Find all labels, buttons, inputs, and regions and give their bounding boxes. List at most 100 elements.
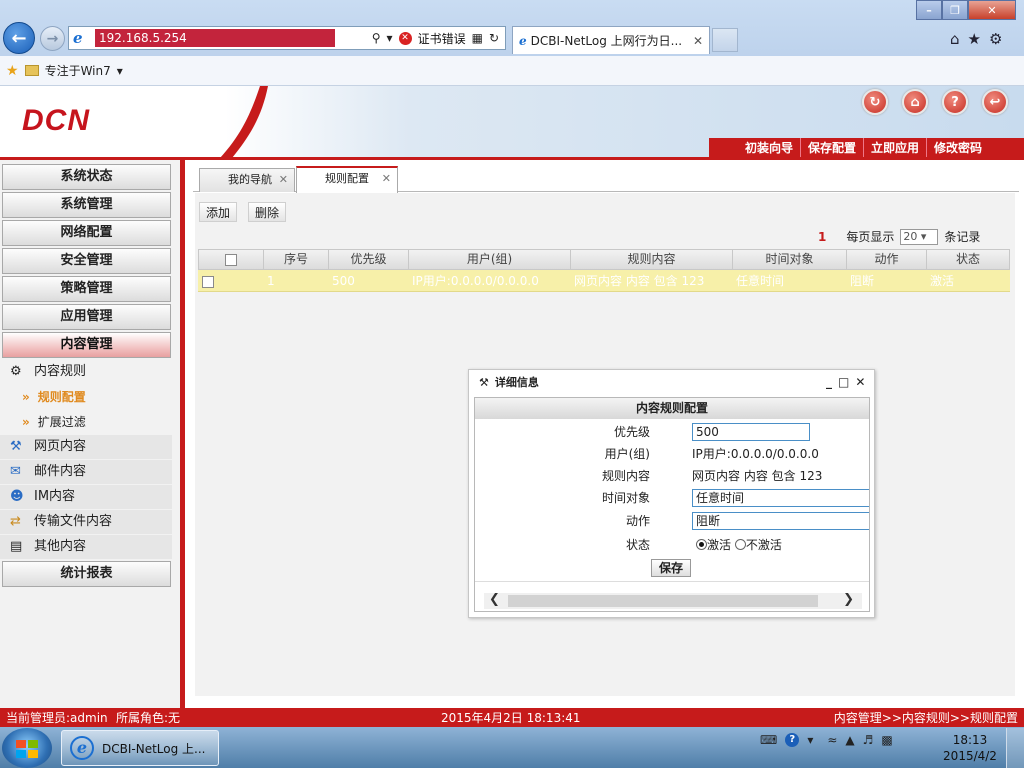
dcn-logo: DCN xyxy=(22,104,90,137)
dialog-close-button[interactable]: ✕ xyxy=(855,375,865,389)
tab-rule-config[interactable]: 规则配置 ✕ xyxy=(296,166,398,193)
browser-tab-close-icon[interactable]: ✕ xyxy=(693,34,703,48)
tab-my-navigation[interactable]: 我的导航 ✕ xyxy=(199,168,295,192)
menu-security-management[interactable]: 安全管理 xyxy=(2,248,171,274)
windows-logo-icon xyxy=(16,740,38,758)
network-icon[interactable]: ≈ xyxy=(827,733,837,747)
sidebar-item-mail-content[interactable]: ✉ 邮件内容 xyxy=(0,460,172,484)
close-icon[interactable]: ✕ xyxy=(382,168,391,190)
menu-content-management[interactable]: 内容管理 xyxy=(2,332,171,358)
tray-menu-icon[interactable]: ▾ xyxy=(807,733,813,747)
menu-network-config[interactable]: 网络配置 xyxy=(2,220,171,246)
show-hidden-icon[interactable]: ▲ xyxy=(845,733,854,747)
add-button[interactable]: 添加 xyxy=(199,202,238,222)
favorites-add-icon[interactable]: ★ xyxy=(6,63,19,79)
column-header[interactable]: 规则内容 xyxy=(571,250,733,269)
dialog-maximize-button[interactable]: □ xyxy=(838,375,849,389)
dialog-title: 详细信息 xyxy=(494,376,539,389)
show-desktop-button[interactable] xyxy=(1006,728,1024,768)
table-row[interactable]: 1 500 IP用户:0.0.0.0/0.0.0.0 网页内容 内容 包含 12… xyxy=(198,270,1010,292)
new-tab-button[interactable] xyxy=(712,28,738,52)
menu-app-management[interactable]: 应用管理 xyxy=(2,304,171,330)
arrow-right-icon: » xyxy=(22,390,30,404)
horizontal-scrollbar[interactable]: ❮ ❯ xyxy=(484,592,862,609)
status-label: 状态 xyxy=(625,538,650,552)
time-input[interactable]: 任意时间 xyxy=(692,489,869,507)
cert-error-label[interactable]: 证书错误 xyxy=(418,30,466,47)
sidebar-item-web-content[interactable]: ⚒ 网页内容 xyxy=(0,435,172,459)
taskbar-clock[interactable]: 18:13 2015/4/2 xyxy=(940,732,1000,764)
column-header[interactable]: 用户(组) xyxy=(409,250,571,269)
status-breadcrumb: 内容管理>>内容规则>>规则配置 xyxy=(833,711,1018,725)
scroll-right-icon[interactable]: ❯ xyxy=(843,592,854,607)
cert-error-icon[interactable]: ✕ xyxy=(398,31,412,45)
per-page-select[interactable]: 20 ▾ xyxy=(900,228,939,245)
settings-gear-icon[interactable]: ⚙ xyxy=(989,30,1002,48)
scroll-thumb[interactable] xyxy=(508,595,818,607)
search-icon[interactable]: ⚲ xyxy=(372,31,381,45)
column-header[interactable]: 状态 xyxy=(927,250,1009,269)
forward-button[interactable]: → xyxy=(40,26,65,51)
column-header[interactable]: 时间对象 xyxy=(733,250,847,269)
quick-link-save-config[interactable]: 保存配置 xyxy=(801,138,865,158)
column-header[interactable]: 优先级 xyxy=(329,250,409,269)
column-header[interactable]: 序号 xyxy=(264,250,329,269)
compat-view-icon[interactable]: ▦ xyxy=(472,31,483,45)
sidebar-item-content-rules[interactable]: ⚙ 内容规则 xyxy=(0,360,172,384)
signal-icon[interactable]: ▩ xyxy=(881,733,892,747)
sidebar-leaf-ext-filter[interactable]: » 扩展过滤 xyxy=(22,410,86,434)
taskbar-item-ie[interactable]: e DCBI-NetLog 上... xyxy=(61,730,219,766)
home-icon[interactable]: ⌂ xyxy=(902,89,928,115)
sidebar-item-other-content[interactable]: ▤ 其他内容 xyxy=(0,535,172,559)
dialog-minimize-button[interactable]: _ xyxy=(826,375,832,389)
sidebar-leaf-rule-config[interactable]: » 规则配置 xyxy=(22,385,86,409)
file-transfer-icon: ⇄ xyxy=(10,514,21,529)
quick-link-apply-now[interactable]: 立即应用 xyxy=(864,138,928,158)
status-bar: 当前管理员:admin 所属角色:无 2015年4月2日 18:13:41 内容… xyxy=(0,708,1024,727)
menu-statistics-report[interactable]: 统计报表 xyxy=(2,561,171,587)
browser-tab[interactable]: e DCBI-NetLog 上网行为日... ✕ xyxy=(512,26,710,54)
favorites-item[interactable]: 专注于Win7 xyxy=(45,62,111,79)
home-page-icon[interactable]: ⌂ xyxy=(950,30,960,48)
action-input[interactable]: 阻断 xyxy=(692,512,869,530)
status-active-radio[interactable] xyxy=(696,539,707,550)
sidebar-item-file-content[interactable]: ⇄ 传输文件内容 xyxy=(0,510,172,534)
save-button[interactable]: 保存 xyxy=(651,559,691,577)
status-inactive-label[interactable]: 不激活 xyxy=(746,538,782,552)
dropdown-icon[interactable]: ▾ xyxy=(387,31,393,45)
close-icon[interactable]: ✕ xyxy=(279,169,288,191)
select-all-checkbox[interactable] xyxy=(225,253,237,266)
dialog-title-bar[interactable]: ⚒ 详细信息 xyxy=(469,370,874,394)
quick-link-setup-wizard[interactable]: 初装向导 xyxy=(738,138,802,158)
volume-icon[interactable]: ♬ xyxy=(863,733,874,747)
refresh-icon[interactable]: ↻ xyxy=(862,89,888,115)
folder-icon xyxy=(24,65,39,76)
refresh-page-icon[interactable]: ↻ xyxy=(489,31,499,45)
menu-policy-management[interactable]: 策略管理 xyxy=(2,276,171,302)
column-header[interactable]: 动作 xyxy=(847,250,927,269)
address-bar[interactable]: e 192.168.5.254 ⚲ ▾ ✕ 证书错误 ▦ ↻ xyxy=(68,26,506,50)
window-minimize-button[interactable]: – xyxy=(916,0,942,20)
quick-link-change-password[interactable]: 修改密码 xyxy=(927,138,989,158)
status-inactive-radio[interactable] xyxy=(734,539,746,550)
logout-icon[interactable]: ↩ xyxy=(982,89,1008,115)
chevron-down-icon[interactable]: ▾ xyxy=(117,64,123,78)
window-close-button[interactable]: ✕ xyxy=(968,0,1016,20)
help-tray-icon[interactable]: ? xyxy=(785,733,800,747)
scroll-left-icon[interactable]: ❮ xyxy=(489,592,500,607)
back-button[interactable]: ← xyxy=(3,22,35,54)
status-active-label[interactable]: 激活 xyxy=(707,538,731,552)
keyboard-icon[interactable]: ⌨ xyxy=(760,733,777,747)
delete-button[interactable]: 删除 xyxy=(248,202,287,222)
row-checkbox[interactable] xyxy=(202,275,214,288)
address-url[interactable]: 192.168.5.254 xyxy=(95,29,335,47)
window-maximize-button[interactable]: ❐ xyxy=(942,0,968,20)
sidebar-item-im-content[interactable]: ☻ IM内容 xyxy=(0,485,172,509)
help-icon[interactable]: ? xyxy=(942,89,968,115)
favorites-star-icon[interactable]: ★ xyxy=(968,30,981,48)
arrow-right-icon: » xyxy=(22,415,30,429)
record-count: 1 xyxy=(818,229,827,244)
menu-system-management[interactable]: 系统管理 xyxy=(2,192,171,218)
priority-input[interactable]: 500 xyxy=(692,423,810,441)
menu-system-status[interactable]: 系统状态 xyxy=(2,164,171,190)
